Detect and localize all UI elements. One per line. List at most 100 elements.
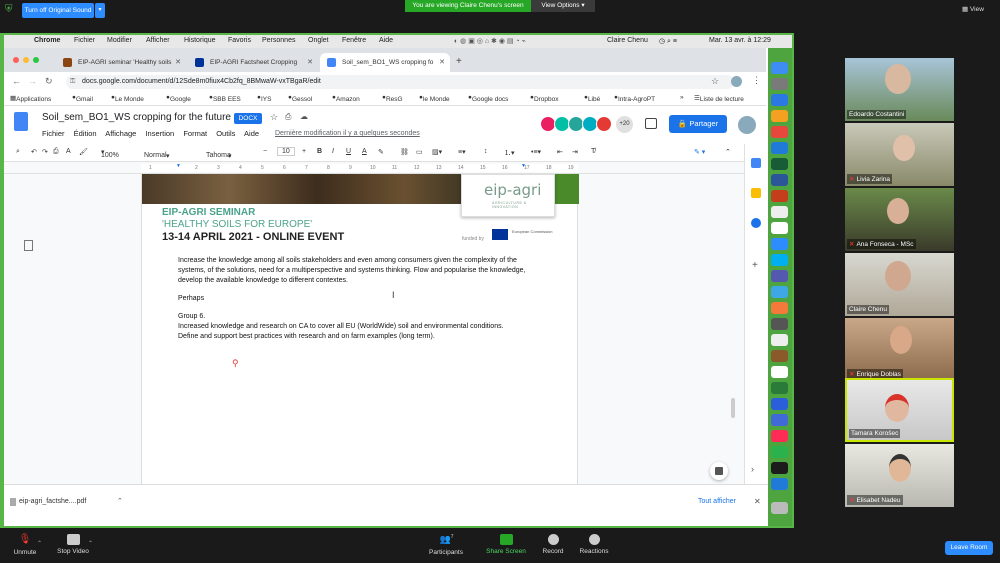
bookmark-item[interactable]: ● le Monde: [419, 94, 450, 103]
indent-marker-icon[interactable]: ▼: [176, 163, 181, 169]
bookmark-item[interactable]: ● Amazon: [332, 94, 360, 103]
menubar-item[interactable]: Onglet: [308, 37, 329, 44]
more-vert-icon[interactable]: ⋮: [752, 75, 761, 86]
app-icon[interactable]: [771, 414, 788, 426]
bookmark-item[interactable]: ● Gmail: [72, 94, 93, 103]
facetime-icon[interactable]: [771, 446, 788, 458]
docs-logo-icon[interactable]: [14, 112, 28, 131]
stop-video-button[interactable]: Stop Video: [55, 534, 91, 555]
menubar-item[interactable]: Fenêtre: [342, 37, 366, 44]
star-icon[interactable]: ☆: [270, 112, 278, 123]
bookmark-item[interactable]: ● ResG: [382, 94, 403, 103]
doc-title[interactable]: Soil_sem_BO1_WS cropping for the future: [42, 112, 231, 123]
highlight-icon[interactable]: ✎: [378, 148, 384, 156]
avatar[interactable]: [596, 116, 612, 132]
indent-decrease-icon[interactable]: ⇤: [557, 148, 563, 156]
finder-icon[interactable]: [771, 62, 788, 74]
app-icon[interactable]: [771, 462, 788, 474]
comment-icon[interactable]: [645, 118, 657, 129]
star-icon[interactable]: ☆: [711, 76, 719, 87]
app-icon[interactable]: [771, 350, 788, 362]
align-icon[interactable]: ≡▾: [458, 148, 466, 156]
insert-comment-icon[interactable]: ▭: [416, 148, 423, 156]
word-icon[interactable]: [771, 174, 788, 186]
close-window-icon[interactable]: [13, 57, 19, 63]
bullet-list-icon[interactable]: •≡▾: [531, 148, 541, 156]
tasks-icon[interactable]: [751, 218, 761, 228]
bookmark-item[interactable]: ● Dropbox: [530, 94, 559, 103]
editing-mode-icon[interactable]: ✎ ▾: [694, 148, 705, 156]
menubar-item[interactable]: Historique: [184, 37, 216, 44]
app-icon[interactable]: [771, 478, 788, 490]
calendar-icon[interactable]: [771, 222, 788, 234]
outlook-icon[interactable]: [771, 142, 788, 154]
back-icon[interactable]: ←: [12, 76, 21, 86]
insert-image-icon[interactable]: ▨▾: [432, 148, 442, 156]
chevron-up-icon[interactable]: ⌃: [37, 540, 42, 547]
tab-eip-factsheet[interactable]: EIP-AGRI Factsheet Cropping ✕: [188, 53, 318, 72]
notes-icon[interactable]: [771, 334, 788, 346]
menubar-item[interactable]: Modifier: [107, 37, 132, 44]
bold-icon[interactable]: B: [317, 148, 322, 155]
leave-room-button[interactable]: Leave Room: [945, 541, 993, 555]
bookmark-item[interactable]: ● SBB EES: [209, 94, 241, 103]
docs-menu-item[interactable]: Fichier: [42, 129, 65, 138]
decrease-size-icon[interactable]: −: [263, 148, 267, 155]
chevron-up-icon[interactable]: ⌃: [88, 540, 93, 547]
paragraph[interactable]: Define and support best practices with r…: [178, 332, 538, 342]
participant-tile[interactable]: ✕ Livia Zarina: [845, 123, 954, 186]
text-color-icon[interactable]: A: [362, 148, 367, 155]
menubar-user[interactable]: Claire Chenu: [607, 37, 648, 44]
docs-menu-item[interactable]: Édition: [74, 129, 97, 138]
more-collaborators-badge[interactable]: +20: [616, 116, 633, 133]
docs-menu-item[interactable]: Outils: [216, 129, 235, 138]
participant-tile-active-speaker[interactable]: Tamara Korošec: [845, 378, 954, 442]
chevron-down-icon[interactable]: ▾: [95, 3, 105, 18]
clear-format-icon[interactable]: T̸: [591, 148, 595, 155]
bookmark-item[interactable]: ● Google: [166, 94, 191, 103]
bookmark-item[interactable]: ● IYS: [257, 94, 271, 103]
minimize-window-icon[interactable]: [23, 57, 29, 63]
view-toggle-button[interactable]: ▦ View: [962, 5, 984, 13]
show-all-button[interactable]: Tout afficher: [698, 498, 736, 505]
download-item[interactable]: eip-agri_factshe....pdf: [19, 498, 86, 505]
share-screen-button[interactable]: Share Screen: [486, 534, 526, 555]
bookmark-item[interactable]: ● Libé: [584, 94, 600, 103]
settings-icon[interactable]: [771, 318, 788, 330]
skype-icon[interactable]: [771, 254, 788, 266]
undo-icon[interactable]: ↶: [31, 148, 37, 156]
last-edit-link[interactable]: Dernière modification il y a quelques se…: [275, 130, 420, 137]
bookmarks-overflow[interactable]: »: [680, 94, 684, 101]
language-icon[interactable]: [771, 398, 788, 410]
participant-tile[interactable]: ✕ Enrique Doblas: [845, 318, 954, 381]
redo-icon[interactable]: ↷: [42, 148, 48, 156]
docs-menu-item[interactable]: Insertion: [145, 129, 174, 138]
font-size-input[interactable]: 10: [277, 147, 295, 156]
document-body[interactable]: Increase the knowledge among all soils s…: [178, 256, 538, 342]
participants-button[interactable]: 👥7 Participants: [428, 534, 464, 556]
paragraph[interactable]: Increase the knowledge among all soils s…: [178, 256, 538, 286]
bookmark-item[interactable]: ● Intra-AgroPT: [614, 94, 655, 103]
print-icon[interactable]: ⎙: [53, 148, 59, 156]
numbered-list-icon[interactable]: ⒈▾: [504, 148, 515, 158]
launchpad-icon[interactable]: [771, 78, 788, 90]
close-icon[interactable]: ✕: [175, 53, 181, 72]
safari-icon[interactable]: [771, 94, 788, 106]
participant-tile[interactable]: Edoardo Costantini: [845, 58, 954, 121]
menubar-item[interactable]: Fichier: [74, 37, 95, 44]
app-icon[interactable]: [771, 286, 788, 298]
docs-menu-item[interactable]: Format: [183, 129, 207, 138]
preview-icon[interactable]: [771, 206, 788, 218]
menubar-item[interactable]: Favoris: [228, 37, 251, 44]
participant-tile[interactable]: ✕ Ana Fonseca - MSc: [845, 188, 954, 251]
close-icon[interactable]: ✕: [307, 53, 313, 72]
outline-icon[interactable]: [24, 240, 33, 251]
menubar-item[interactable]: Aide: [379, 37, 393, 44]
add-addon-icon[interactable]: +: [752, 260, 758, 271]
menubar-item[interactable]: Afficher: [146, 37, 170, 44]
docs-menu-item[interactable]: Aide: [244, 129, 259, 138]
original-sound-button[interactable]: Turn off Original Sound: [22, 3, 94, 18]
italic-icon[interactable]: I: [332, 148, 334, 155]
trash-icon[interactable]: [771, 502, 788, 514]
music-icon[interactable]: [771, 430, 788, 442]
